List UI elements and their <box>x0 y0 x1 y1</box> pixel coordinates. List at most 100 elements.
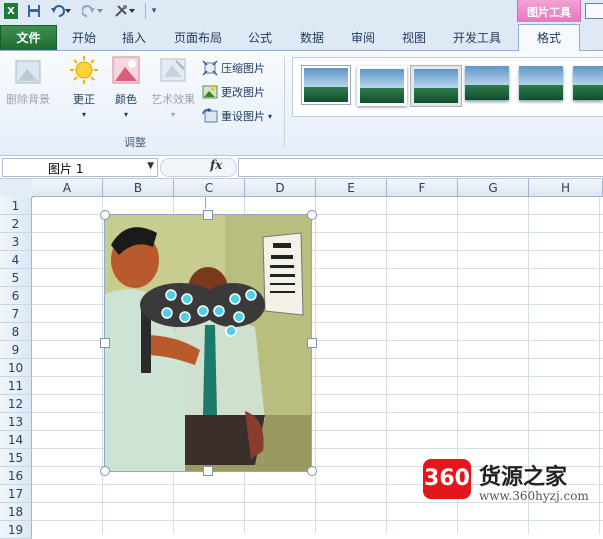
picture-style-1[interactable] <box>302 66 350 104</box>
ribbon-tabs: 文件 开始 插入 页面布局 公式 数据 审阅 视图 开发工具 格式 <box>0 22 603 52</box>
row-header[interactable]: 12 <box>0 395 32 413</box>
resize-handle-top[interactable] <box>203 210 213 220</box>
tab-format[interactable]: 格式 <box>518 24 580 52</box>
compress-label: 压缩图片 <box>221 62 265 75</box>
resize-handle-left[interactable] <box>100 338 110 348</box>
watermark-title: 货源之家 <box>479 465 568 490</box>
change-picture-label: 更改图片 <box>221 86 265 99</box>
formula-controls <box>160 158 237 177</box>
picture-tools-label: 图片工具 <box>527 6 571 19</box>
column-header-g[interactable]: G <box>458 179 529 197</box>
name-box-value: 图片 1 <box>48 162 84 176</box>
column-header-c[interactable]: C <box>174 179 245 197</box>
watermark-url: www.360hyzj.com <box>479 489 589 503</box>
reset-dropdown-icon: ▾ <box>268 111 273 121</box>
resize-handle-top-right[interactable] <box>307 210 317 220</box>
row-header[interactable]: 5 <box>0 269 32 287</box>
row-header[interactable]: 10 <box>0 359 32 377</box>
customize-icon[interactable] <box>112 3 138 19</box>
row-header[interactable]: 11 <box>0 377 32 395</box>
artistic-effects-label: 艺术效果 <box>151 93 195 106</box>
column-header-f[interactable]: F <box>387 179 458 197</box>
tab-data[interactable]: 数据 <box>290 27 334 49</box>
color-button[interactable]: 颜色 ▾ <box>106 55 146 119</box>
tab-formulas[interactable]: 公式 <box>238 27 282 49</box>
ribbon-panel: 删除背景 更正 ▾ 颜色 ▾ 艺术效果 ▾ 压缩图片 更改图片 重设图片 ▾ 调… <box>0 51 603 156</box>
artistic-effects-button[interactable]: 艺术效果 ▾ <box>146 55 200 119</box>
reset-picture-label: 重设图片 <box>221 110 265 123</box>
artistic-effects-dropdown-icon: ▾ <box>170 110 175 119</box>
column-header-b[interactable]: B <box>103 179 174 197</box>
row-header[interactable]: 4 <box>0 251 32 269</box>
row-header[interactable]: 18 <box>0 503 32 521</box>
tab-page-layout[interactable]: 页面布局 <box>168 27 228 49</box>
adjust-group-label: 调整 <box>124 136 146 149</box>
column-header-e[interactable]: E <box>316 179 387 197</box>
picture-style-3[interactable] <box>411 66 461 106</box>
resize-handle-bottom[interactable] <box>203 466 213 476</box>
remove-background-icon <box>13 57 43 87</box>
quick-access-dropdown-icon[interactable]: ▾ <box>148 3 160 19</box>
tab-view[interactable]: 视图 <box>392 27 436 49</box>
toolbar-separator <box>145 3 146 19</box>
save-icon[interactable] <box>26 3 42 19</box>
row-header[interactable]: 17 <box>0 485 32 503</box>
excel-app-icon[interactable]: X <box>4 3 18 19</box>
picture-style-6[interactable] <box>573 66 603 100</box>
name-box-dropdown-icon[interactable]: ▼ <box>147 161 154 171</box>
row-header[interactable]: 16 <box>0 467 32 485</box>
column-header-a[interactable]: A <box>32 179 103 197</box>
row-header[interactable]: 15 <box>0 449 32 467</box>
row-header[interactable]: 14 <box>0 431 32 449</box>
picture-style-4[interactable] <box>465 66 509 100</box>
name-box[interactable]: 图片 1 ▼ <box>2 158 158 177</box>
change-picture-button[interactable]: 更改图片 <box>202 83 265 101</box>
rotate-handle-stem <box>205 197 206 209</box>
resize-handle-bottom-right[interactable] <box>307 466 317 476</box>
insert-function-icon[interactable]: fx <box>210 158 222 172</box>
tab-developer[interactable]: 开发工具 <box>446 27 508 49</box>
remove-background-button[interactable]: 删除背景 <box>2 57 54 107</box>
eye-chart <box>262 232 304 316</box>
change-picture-icon <box>202 84 218 100</box>
undo-icon[interactable] <box>48 3 74 19</box>
artistic-effects-icon <box>158 55 188 85</box>
row-header[interactable]: 19 <box>0 521 32 539</box>
redo-icon[interactable] <box>80 3 106 19</box>
resize-handle-right[interactable] <box>307 338 317 348</box>
remove-background-label: 删除背景 <box>6 93 50 106</box>
picture-style-2[interactable] <box>357 66 407 106</box>
picture-style-5[interactable] <box>519 66 563 100</box>
select-all-corner[interactable] <box>0 179 33 198</box>
reset-picture-button[interactable]: 重设图片 ▾ <box>202 107 272 125</box>
corrections-button[interactable]: 更正 ▾ <box>62 55 106 119</box>
row-header[interactable]: 13 <box>0 413 32 431</box>
color-label: 颜色 <box>115 93 137 106</box>
formula-bar: 图片 1 ▼ fx <box>0 156 603 179</box>
compress-icon <box>202 60 218 76</box>
resize-handle-bottom-left[interactable] <box>100 466 110 476</box>
resize-handle-top-left[interactable] <box>100 210 110 220</box>
row-header[interactable]: 7 <box>0 305 32 323</box>
optometrist-clipart <box>103 215 311 471</box>
picture-styles-gallery <box>292 57 603 117</box>
row-header[interactable]: 3 <box>0 233 32 251</box>
tab-file[interactable]: 文件 <box>0 25 57 50</box>
column-header-d[interactable]: D <box>245 179 316 197</box>
row-header[interactable]: 1 <box>0 197 32 215</box>
row-header[interactable]: 6 <box>0 287 32 305</box>
tab-review[interactable]: 审阅 <box>341 27 385 49</box>
watermark: 360 货源之家 www.360hyzj.com <box>423 459 603 503</box>
window-control[interactable] <box>585 3 603 19</box>
formula-input[interactable] <box>238 158 603 177</box>
reset-picture-icon <box>202 108 218 124</box>
row-header[interactable]: 2 <box>0 215 32 233</box>
row-header[interactable]: 8 <box>0 323 32 341</box>
column-header-h[interactable]: H <box>529 179 603 197</box>
tab-insert[interactable]: 插入 <box>112 27 156 49</box>
quick-access-toolbar: X ▾ <box>0 0 603 23</box>
selected-picture[interactable] <box>100 210 317 476</box>
tab-home[interactable]: 开始 <box>62 27 106 49</box>
row-header[interactable]: 9 <box>0 341 32 359</box>
compress-pictures-button[interactable]: 压缩图片 <box>202 59 265 77</box>
